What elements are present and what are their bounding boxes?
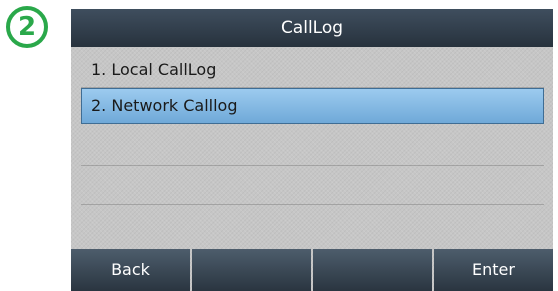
- screen-title: CallLog: [71, 9, 553, 47]
- softkey-bar: Back Enter: [71, 249, 553, 291]
- row-divider: [81, 204, 544, 205]
- softkey-3[interactable]: [313, 249, 432, 291]
- step-number-badge: 2: [6, 6, 48, 48]
- softkey-enter[interactable]: Enter: [434, 249, 553, 291]
- softkey-back[interactable]: Back: [71, 249, 190, 291]
- menu-item-network-calllog[interactable]: 2. Network Calllog: [81, 88, 544, 124]
- softkey-2[interactable]: [192, 249, 311, 291]
- phone-screen: CallLog 1. Local CallLog 2. Network Call…: [71, 9, 553, 291]
- menu-item-local-calllog[interactable]: 1. Local CallLog: [81, 52, 544, 88]
- row-divider: [81, 165, 544, 166]
